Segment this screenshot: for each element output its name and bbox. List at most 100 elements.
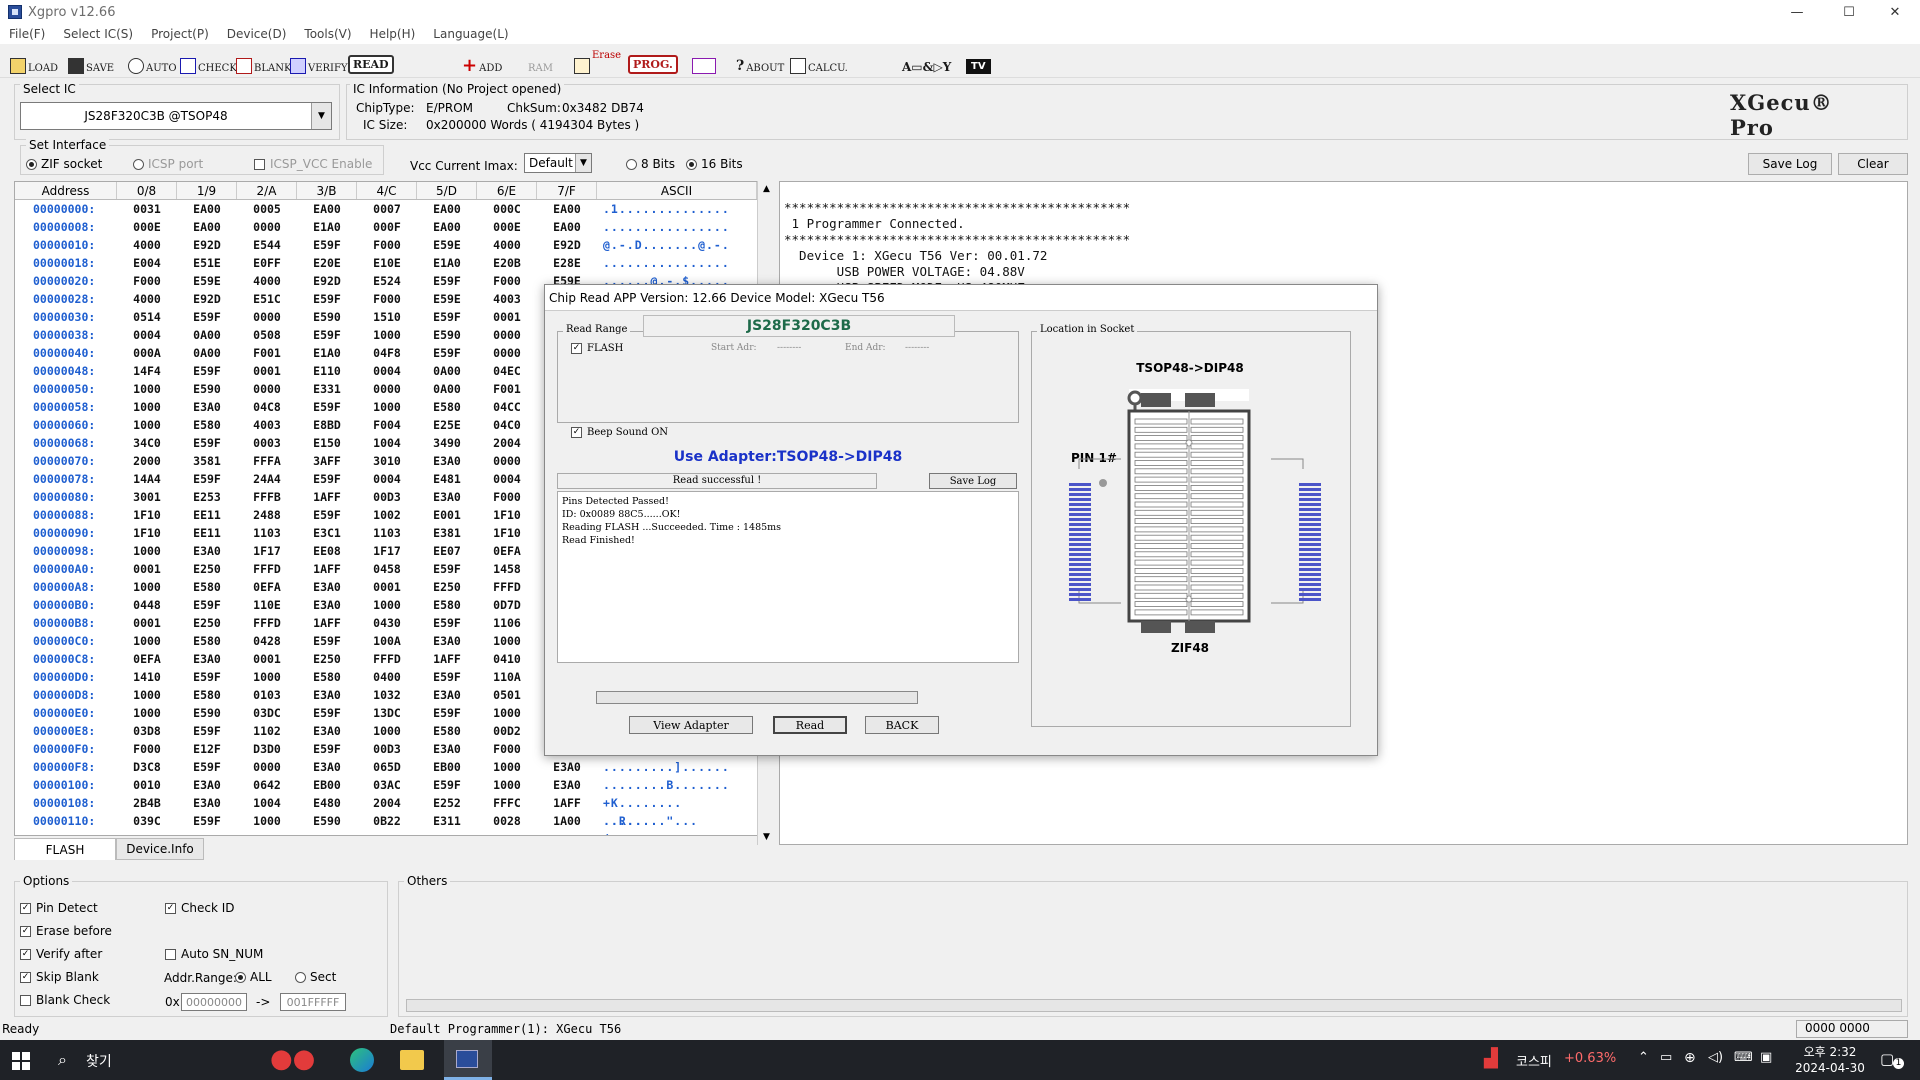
hex-value-cell[interactable]: 3490 [417,434,477,452]
menu-language[interactable]: Language(L) [424,27,517,41]
hex-value-cell[interactable]: 4000 [117,236,177,254]
hex-value-cell[interactable]: E001 [417,506,477,524]
hex-value-cell[interactable]: 4000 [117,290,177,308]
hex-value-cell[interactable]: E250 [417,578,477,596]
hex-value-cell[interactable]: E580 [177,686,237,704]
hex-value-cell[interactable]: 1032 [357,686,417,704]
xgpro-taskbar-item[interactable] [444,1040,492,1080]
hex-value-cell[interactable]: E59F [417,668,477,686]
hex-value-cell[interactable]: E28E [537,254,597,272]
hex-value-cell[interactable]: E59F [297,470,357,488]
hex-value-cell[interactable]: 0000 [237,758,297,776]
blank-check-checkbox[interactable]: Blank Check [20,993,110,1007]
hex-value-cell[interactable]: 4000 [237,272,297,290]
hex-value-cell[interactable]: E51E [177,254,237,272]
hex-value-cell[interactable]: 14A4 [117,470,177,488]
hex-value-cell[interactable]: E250 [177,614,237,632]
hex-value-cell[interactable]: 03AC [357,776,417,794]
clock-time[interactable]: 오후 2:32 [1800,1043,1860,1060]
hex-value-cell[interactable]: E59F [297,740,357,758]
flash-checkbox[interactable]: ✓ FLASH [571,343,623,354]
hex-value-cell[interactable]: 2004 [477,434,537,452]
addr-all-radio[interactable]: ALL [235,970,272,984]
save-button[interactable]: SAVE [68,50,114,74]
hex-value-cell[interactable]: E331 [297,380,357,398]
hex-value-cell[interactable]: E59F [177,362,237,380]
tab-device-info[interactable]: Device.Info [116,838,204,860]
hex-value-cell[interactable]: FFFD [237,560,297,578]
hex-value-cell[interactable]: 1000 [117,704,177,722]
verify-button[interactable]: VERIFY [290,50,348,74]
hex-value-cell[interactable]: 0000 [477,452,537,470]
hex-value-cell[interactable]: E580 [297,668,357,686]
hex-value-cell[interactable]: E8BD [297,416,357,434]
addr-to-field[interactable]: 001FFFFF [280,993,346,1011]
hex-value-cell[interactable]: 0A00 [177,326,237,344]
hex-value-cell[interactable]: F000 [117,740,177,758]
hex-value-cell[interactable]: E59F [417,560,477,578]
table-row[interactable]: 00000008: 000E EA00 0000 E1A0 000F EA00 000E EA0… [15,218,774,236]
hex-value-cell[interactable]: 065D [357,758,417,776]
hex-value-cell[interactable]: 0EFA [477,542,537,560]
hex-value-cell[interactable]: E3A0 [177,542,237,560]
hex-value-cell[interactable]: E590 [297,812,357,830]
menu-project[interactable]: Project(P) [142,27,218,41]
hex-value-cell[interactable]: E3A0 [297,758,357,776]
hex-value-cell[interactable]: E110 [297,362,357,380]
hex-value-cell[interactable]: 1000 [117,380,177,398]
vcc-combo[interactable]: Default ▼ [524,153,592,173]
hex-value-cell[interactable]: E20B [477,254,537,272]
hex-value-cell[interactable]: F000 [477,272,537,290]
hex-value-cell[interactable]: 0A00 [177,344,237,362]
hex-value-cell[interactable]: 1000 [117,632,177,650]
hex-value-cell[interactable]: 1000 [237,812,297,830]
hex-value-cell[interactable]: E92D [177,236,237,254]
hex-value-cell[interactable]: FFFD [477,578,537,596]
hex-value-cell[interactable]: 0508 [237,326,297,344]
hex-value-cell[interactable]: 0501 [477,686,537,704]
bits16-radio[interactable]: 16 Bits [686,157,743,171]
hex-value-cell[interactable]: E92D [177,290,237,308]
hex-value-cell[interactable]: E1A0 [297,218,357,236]
hex-value-cell[interactable]: E59F [297,632,357,650]
hex-value-cell[interactable]: E3A0 [297,722,357,740]
hex-value-cell[interactable]: E59F [297,236,357,254]
hex-value-cell[interactable]: EA00 [537,218,597,236]
hex-value-cell[interactable]: E481 [417,470,477,488]
hex-value-cell[interactable]: 3001 [117,488,177,506]
hex-value-cell[interactable]: 4003 [237,416,297,434]
hex-value-cell[interactable]: E3A0 [297,686,357,704]
hex-value-cell[interactable]: E3A0 [177,650,237,668]
hex-value-cell[interactable]: 1000 [477,776,537,794]
hex-value-cell[interactable]: 03D8 [117,722,177,740]
hex-value-cell[interactable]: 0005 [237,200,297,218]
hex-value-cell[interactable]: 1103 [237,524,297,542]
prog-button[interactable]: PROG. [628,50,678,74]
hex-value-cell[interactable]: 1004 [357,434,417,452]
auto-sn-checkbox[interactable]: Auto SN_NUM [165,947,263,961]
hex-value-cell[interactable]: E59F [177,470,237,488]
hex-value-cell[interactable]: 0A00 [417,362,477,380]
blank-button[interactable]: BLANK [236,50,291,74]
hex-value-cell[interactable]: 039C [117,812,177,830]
hex-value-cell[interactable]: 0EFA [117,650,177,668]
menu-select-ic[interactable]: Select IC(S) [54,27,142,41]
hex-value-cell[interactable]: D3D0 [237,740,297,758]
hex-value-cell[interactable]: E3A0 [297,578,357,596]
menu-device[interactable]: Device(D) [218,27,296,41]
hex-value-cell[interactable]: E59F [297,704,357,722]
notification-icon[interactable]: ▢ [1880,1050,1894,1068]
hex-value-cell[interactable]: E25E [417,416,477,434]
hex-value-cell[interactable]: E3A0 [297,596,357,614]
hex-value-cell[interactable]: EB00 [297,776,357,794]
hex-value-cell[interactable]: E1A0 [297,344,357,362]
hex-value-cell[interactable]: E311 [417,812,477,830]
hex-value-cell[interactable]: E580 [417,398,477,416]
hex-value-cell[interactable]: E3A0 [537,758,597,776]
hex-value-cell[interactable]: 0000 [237,308,297,326]
hex-value-cell[interactable]: 1102 [237,722,297,740]
hex-value-cell[interactable]: F000 [477,740,537,758]
hex-value-cell[interactable]: 0448 [117,596,177,614]
hex-value-cell[interactable]: E590 [177,704,237,722]
hex-value-cell[interactable]: 0004 [117,326,177,344]
